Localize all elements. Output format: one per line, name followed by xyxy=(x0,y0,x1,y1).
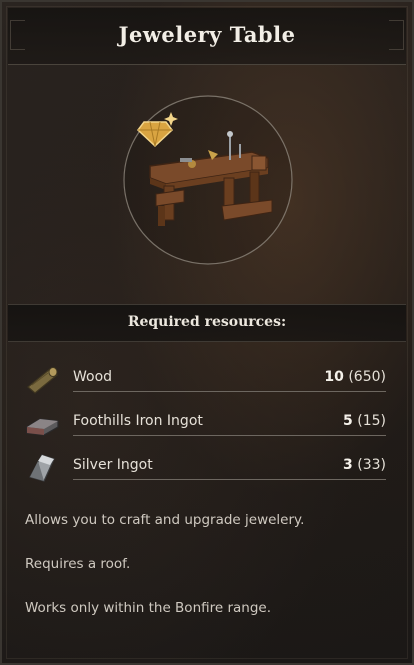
resource-divider xyxy=(73,479,386,480)
resource-divider xyxy=(73,435,386,436)
resource-name: Foothills Iron Ingot xyxy=(73,413,203,429)
resource-name: Silver Ingot xyxy=(73,457,153,473)
owned-amount: (33) xyxy=(357,457,386,473)
resource-name: Wood xyxy=(73,369,113,385)
resource-quantity: 10 (650) xyxy=(324,369,386,385)
resource-quantity: 3 (33) xyxy=(343,457,386,473)
owned-amount: (650) xyxy=(348,369,386,385)
description-line: Requires a roof. xyxy=(25,556,131,572)
required-amount: 5 xyxy=(343,413,353,429)
description-line: Allows you to craft and upgrade jewelery… xyxy=(25,512,305,528)
panel-title: Jewelery Table xyxy=(118,22,296,47)
resource-row-wood: Wood 10 (650) xyxy=(24,363,386,395)
silver-ingot-icon xyxy=(29,454,55,482)
iron-ingot-icon xyxy=(26,418,59,436)
required-resources-label: Required resources: xyxy=(127,314,287,330)
resource-divider xyxy=(73,391,386,392)
resource-quantity: 5 (15) xyxy=(343,413,386,429)
resource-row-foothills-iron-ingot: Foothills Iron Ingot 5 (15) xyxy=(24,407,386,439)
jewelery-table-tooltip: Jewelery Table Required resources: Wood … xyxy=(0,0,414,665)
resource-row-silver-ingot: Silver Ingot 3 (33) xyxy=(24,451,386,483)
description-line: Works only within the Bonfire range. xyxy=(25,600,272,616)
jewelery-table-image xyxy=(123,95,293,265)
wood-log-icon xyxy=(27,367,58,394)
required-resources-header: Required resources: xyxy=(8,304,406,342)
title-bar: Jewelery Table xyxy=(8,8,406,65)
required-amount: 3 xyxy=(343,457,353,473)
owned-amount: (15) xyxy=(357,413,386,429)
required-amount: 10 xyxy=(324,369,344,385)
